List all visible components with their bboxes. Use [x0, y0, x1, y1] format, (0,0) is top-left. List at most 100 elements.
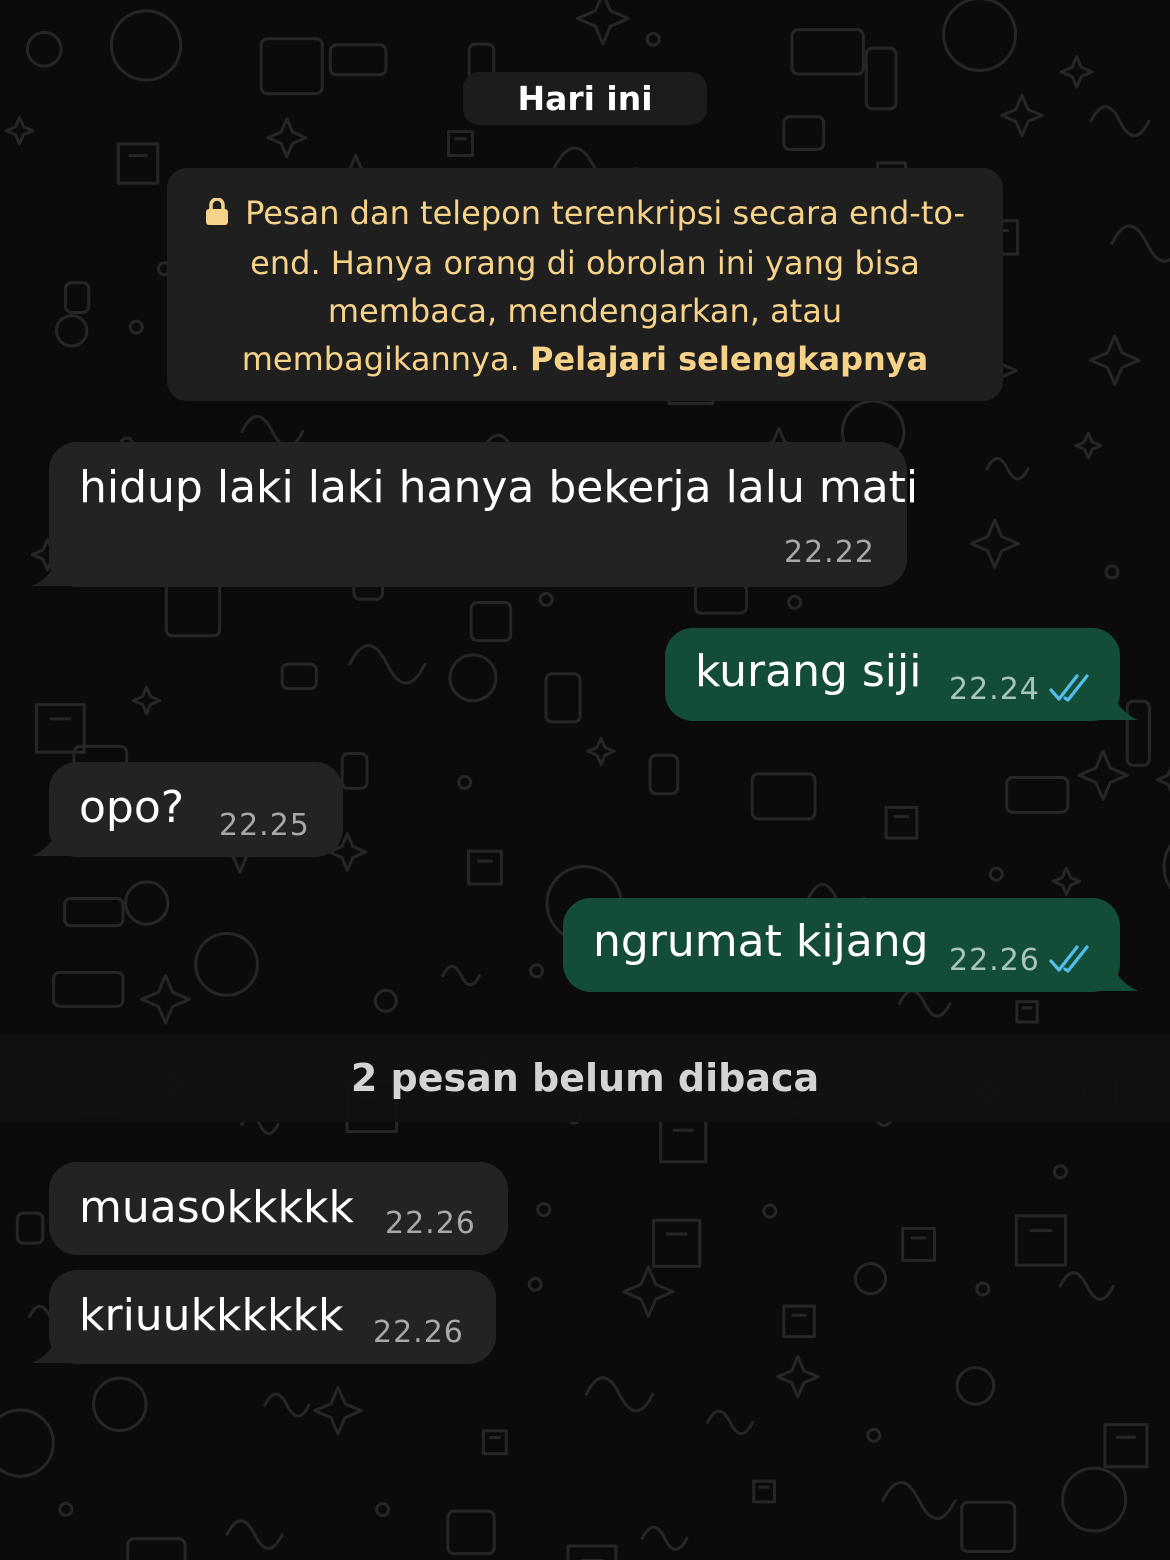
wallpaper-doodle	[131, 685, 162, 716]
wallpaper-doodle	[1059, 55, 1094, 89]
encryption-notice[interactable]: Pesan dan telepon terenkripsi secara end…	[167, 168, 1003, 401]
message-time: 22.24	[949, 672, 1040, 707]
message-time: 22.26	[949, 943, 1040, 978]
message-bubble-outgoing[interactable]: ngrumat kijang 22.26	[563, 898, 1120, 992]
wallpaper-doodle	[128, 319, 144, 335]
wallpaper-doodle	[985, 457, 1030, 481]
message-bubble-incoming[interactable]: opo? 22.25	[49, 762, 343, 857]
wallpaper-doodle	[375, 1502, 391, 1518]
wallpaper-doodle	[544, 672, 582, 724]
wallpaper-doodle	[446, 130, 474, 158]
message-bubble-incoming[interactable]: kriuukkkkkk 22.26	[49, 1270, 496, 1364]
wallpaper-doodle	[1058, 1271, 1115, 1301]
wallpaper-doodle	[1110, 224, 1170, 263]
wallpaper-doodle	[448, 653, 498, 703]
wallpaper-doodle	[652, 1218, 702, 1268]
lock-icon	[205, 191, 229, 239]
wallpaper-doodle	[881, 1481, 957, 1520]
wallpaper-doodle	[584, 1376, 655, 1413]
wallpaper-doodle	[1104, 564, 1120, 580]
wallpaper-doodle	[787, 594, 803, 610]
wallpaper-doodle	[54, 314, 89, 348]
message-time: 22.22	[784, 535, 875, 570]
wallpaper-doodle	[782, 115, 826, 151]
wallpaper-doodle	[622, 1265, 675, 1318]
wallpaper-doodle	[566, 1544, 618, 1560]
wallpaper-doodle	[1014, 1214, 1068, 1267]
wallpaper-doodle	[124, 880, 170, 926]
wallpaper-doodle	[901, 1226, 937, 1262]
double-check-icon	[1049, 674, 1089, 702]
wallpaper-doodle	[109, 9, 183, 82]
message-bubble-outgoing[interactable]: kurang siji 22.24	[665, 628, 1120, 721]
message-text: ngrumat kijang	[593, 916, 929, 967]
wallpaper-doodle	[140, 974, 191, 1025]
wallpaper-doodle	[92, 1376, 148, 1433]
wallpaper-doodle	[457, 774, 473, 790]
wallpaper-doodle	[527, 1276, 543, 1292]
wallpaper-doodle	[446, 1509, 496, 1556]
wallpaper-doodle	[1000, 93, 1044, 138]
wallpaper-doodle	[648, 753, 680, 796]
wallpaper-doodle	[328, 43, 388, 77]
wallpaper-doodle	[1005, 776, 1070, 814]
wallpaper-doodle	[263, 1392, 311, 1418]
wallpaper-doodle	[481, 1429, 508, 1456]
wallpaper-doodle	[52, 970, 125, 1008]
wallpaper-doodle	[659, 1115, 708, 1164]
wallpaper-doodle	[586, 736, 616, 766]
wallpaper-doodle	[960, 1500, 1017, 1553]
wallpaper-doodle	[1155, 766, 1170, 793]
wallpaper-doodle	[280, 662, 318, 691]
wallpaper-doodle	[529, 963, 545, 979]
wallpaper-doodle	[64, 281, 91, 314]
wallpaper-doodle	[538, 591, 554, 607]
message-text: hidup laki laki hanya bekerja lalu mati	[79, 462, 919, 513]
wallpaper-doodle	[884, 805, 919, 840]
wallpaper-doodle	[762, 1203, 778, 1219]
wallpaper-doodle	[259, 37, 324, 96]
date-label: Hari ini	[517, 79, 653, 118]
wallpaper-doodle	[469, 601, 513, 643]
wallpaper-doodle	[441, 964, 481, 987]
wallpaper-doodle	[58, 1501, 74, 1517]
wallpaper-doodle	[1162, 843, 1170, 890]
wallpaper-doodle	[63, 897, 125, 928]
wallpaper-doodle	[897, 989, 952, 1018]
wallpaper-doodle	[776, 1355, 820, 1399]
wallpaper-doodle	[1088, 334, 1141, 387]
wallpaper-doodle	[969, 518, 1020, 569]
wallpaper-doodle	[706, 1409, 755, 1436]
wallpaper-doodle	[313, 1385, 363, 1436]
wallpaper-doodle	[750, 772, 817, 821]
wallpaper-doodle	[782, 1304, 816, 1339]
wallpaper-doodle	[0, 1408, 55, 1478]
wallpaper-doodle	[752, 1479, 776, 1504]
wallpaper-doodle	[866, 1427, 882, 1443]
wallpaper-doodle	[1052, 1164, 1068, 1180]
wallpaper-doodle	[693, 583, 749, 615]
wallpaper-doodle	[1061, 1466, 1128, 1533]
wallpaper-doodle	[466, 849, 503, 886]
wallpaper-doodle	[25, 30, 63, 68]
message-bubble-incoming[interactable]: muasokkkkk 22.26	[49, 1162, 508, 1255]
wallpaper-doodle	[864, 46, 898, 111]
message-time: 22.25	[219, 808, 310, 843]
wallpaper-doodle	[975, 1281, 991, 1297]
wallpaper-doodle	[4, 115, 35, 146]
wallpaper-doodle	[640, 1525, 689, 1551]
message-bubble-incoming[interactable]: hidup laki laki hanya bekerja lalu mati …	[49, 442, 918, 587]
wallpaper-doodle	[988, 866, 1004, 882]
learn-more-link[interactable]: Pelajari selengkapnya	[530, 340, 928, 378]
wallpaper-doodle	[942, 0, 1018, 72]
wallpaper-doodle	[1077, 749, 1129, 801]
message-time: 22.26	[373, 1315, 464, 1350]
wallpaper-doodle	[266, 117, 308, 159]
wallpaper-doodle	[116, 142, 160, 185]
message-text: kriuukkkkkk	[79, 1290, 344, 1341]
wallpaper-doodle	[790, 28, 865, 76]
unread-messages-divider: 2 pesan belum dibaca	[0, 1034, 1170, 1122]
wallpaper-doodle	[126, 1537, 187, 1560]
wallpaper-doodle	[1051, 866, 1082, 897]
wallpaper-doodle	[955, 1366, 996, 1406]
